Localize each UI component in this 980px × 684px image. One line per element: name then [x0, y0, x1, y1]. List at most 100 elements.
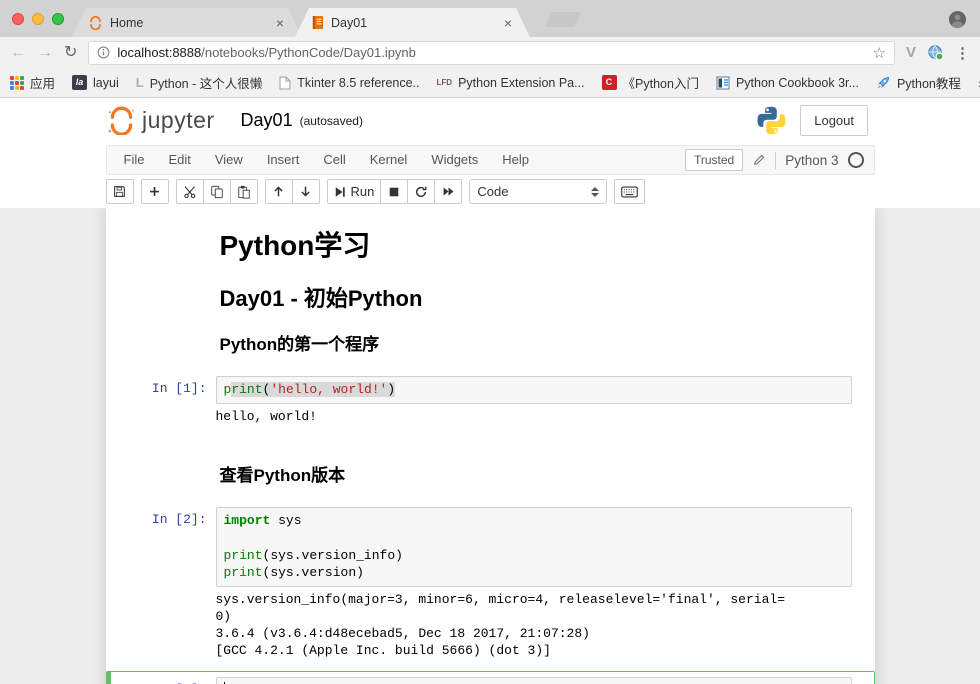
restart-kernel-button[interactable] [407, 179, 435, 204]
markdown-cell[interactable]: Day01 - 初始Python [106, 280, 875, 324]
menu-insert[interactable]: Insert [255, 146, 312, 174]
c-red-icon: C [602, 75, 617, 90]
run-cell-button[interactable]: Run [327, 179, 382, 204]
bookmark-label: 应用 [30, 73, 55, 92]
notebook-toolbar: Run Code [106, 179, 875, 208]
trusted-button[interactable]: Trusted [685, 149, 743, 171]
select-arrows-icon [591, 187, 599, 197]
output-prompt [111, 404, 216, 429]
tab-day01[interactable]: Day01 × [295, 8, 530, 37]
bookmark-item[interactable]: C 《Python入门 [602, 73, 699, 92]
input-prompt [111, 228, 216, 274]
code-cell[interactable]: In [1]:print('hello, world!')hello, worl… [106, 370, 875, 435]
code-input[interactable]: print('hello, world!') [216, 376, 852, 404]
interrupt-kernel-button[interactable] [380, 179, 408, 204]
notebook-menubar: FileEditViewInsertCellKernelWidgetsHelp … [106, 145, 875, 175]
pencil-icon[interactable] [752, 153, 766, 167]
menu-view[interactable]: View [203, 146, 255, 174]
heading-level-1: Python学习 [220, 230, 371, 262]
bookmark-label: Python Cookbook 3r... [736, 76, 859, 90]
close-window-button[interactable] [12, 13, 24, 25]
copy-cell-button[interactable] [203, 179, 231, 204]
command-palette-button[interactable] [614, 179, 645, 204]
browser-menu-icon[interactable]: ⋮ [955, 44, 970, 62]
add-cell-button[interactable] [141, 179, 169, 204]
book-lines-icon [716, 76, 730, 90]
menu-widgets[interactable]: Widgets [419, 146, 490, 174]
bookmark-item[interactable]: Tkinter 8.5 reference.. [279, 76, 419, 90]
notebook-body: Python学习Day01 - 初始PythonPython的第一个程序In [… [0, 208, 980, 684]
url-text: localhost:8888/notebooks/PythonCode/Day0… [117, 45, 416, 60]
menu-help[interactable]: Help [490, 146, 541, 174]
jupyter-header: jupyter Day01 (autosaved) Logout [0, 98, 980, 143]
menu-file[interactable]: File [112, 146, 157, 174]
divider [775, 152, 776, 169]
bookmark-item[interactable]: Python教程 [876, 73, 961, 92]
move-cell-up-button[interactable] [265, 179, 293, 204]
kernel-idle-icon [848, 152, 864, 168]
bookmark-item[interactable]: Python Cookbook 3r... [716, 76, 859, 90]
profile-avatar-icon[interactable] [948, 10, 967, 29]
extension-globe-icon[interactable] [927, 44, 944, 61]
extension-v-icon[interactable]: V [906, 44, 916, 61]
cut-cell-button[interactable] [176, 179, 204, 204]
markdown-cell[interactable]: Python的第一个程序 [106, 324, 875, 362]
tab-strip: Home × Day01 × [0, 0, 980, 37]
notebook-title[interactable]: Day01 [241, 110, 293, 131]
heading-level-2: Day01 - 初始Python [220, 286, 423, 312]
input-prompt [111, 330, 216, 356]
letter-l-icon: L [136, 75, 144, 90]
jupyter-logo[interactable]: jupyter [106, 106, 215, 135]
info-icon[interactable] [97, 46, 110, 59]
markdown-cell[interactable]: Python学习 [106, 222, 875, 280]
input-prompt [111, 441, 216, 487]
code-cell[interactable]: In [ ]: [106, 671, 875, 684]
lfd-icon: LFD [437, 75, 453, 90]
bookmark-label: Tkinter 8.5 reference.. [297, 76, 419, 90]
cell-output: hello, world! [216, 404, 317, 429]
address-bar[interactable]: localhost:8888/notebooks/PythonCode/Day0… [88, 41, 895, 65]
jupyter-logo-icon [106, 106, 137, 135]
forward-button[interactable]: → [37, 45, 53, 61]
new-tab-button[interactable] [545, 12, 582, 27]
bookmark-star-icon[interactable]: ☆ [873, 44, 886, 62]
input-prompt: In [1]: [111, 376, 216, 404]
browser-window: Home × Day01 × ← → ↻ localhost:8888/note… [0, 0, 980, 684]
back-button[interactable]: ← [10, 45, 26, 61]
bookmark-label: 《Python入门 [623, 73, 699, 92]
tab-home[interactable]: Home × [72, 8, 302, 37]
menu-cell[interactable]: Cell [311, 146, 357, 174]
restart-run-all-button[interactable] [434, 179, 462, 204]
zoom-window-button[interactable] [52, 13, 64, 25]
code-cell[interactable]: In [2]:import sysprint(sys.version_info)… [106, 501, 875, 669]
heading-level-3: 查看Python版本 [220, 465, 346, 487]
paste-cell-button[interactable] [230, 179, 258, 204]
checkpoint-status: (autosaved) [300, 114, 363, 128]
bookmark-item[interactable]: lalayui [72, 75, 119, 90]
markdown-cell[interactable]: 查看Python版本 [106, 435, 875, 493]
save-button[interactable] [106, 179, 134, 204]
move-cell-down-button[interactable] [292, 179, 320, 204]
close-icon[interactable]: × [504, 16, 512, 30]
bookmark-label: Python - 这个人很懒 [150, 73, 263, 92]
tab-label: Day01 [331, 16, 497, 30]
menu-kernel[interactable]: Kernel [358, 146, 420, 174]
input-prompt: In [2]: [111, 507, 216, 587]
bookmark-item[interactable]: 应用 [10, 73, 55, 92]
address-bar-row: ← → ↻ localhost:8888/notebooks/PythonCod… [0, 37, 980, 68]
bookmark-label: layui [93, 76, 119, 90]
bookmark-item[interactable]: LFDPython Extension Pa... [437, 75, 585, 90]
bookmark-item[interactable]: L Python - 这个人很懒 [136, 73, 262, 92]
menu-edit[interactable]: Edit [156, 146, 202, 174]
reload-button[interactable]: ↻ [64, 45, 77, 61]
logout-button[interactable]: Logout [800, 105, 868, 136]
heading-level-3: Python的第一个程序 [220, 334, 380, 356]
apps-grid-icon [10, 76, 24, 90]
code-input[interactable]: import sysprint(sys.version_info)print(s… [216, 507, 852, 587]
close-icon[interactable]: × [276, 16, 284, 30]
cell-type-select[interactable]: Code [469, 179, 607, 204]
python-logo-icon [757, 106, 786, 135]
code-input[interactable] [216, 677, 852, 684]
minimize-window-button[interactable] [32, 13, 44, 25]
page-icon [279, 76, 291, 90]
